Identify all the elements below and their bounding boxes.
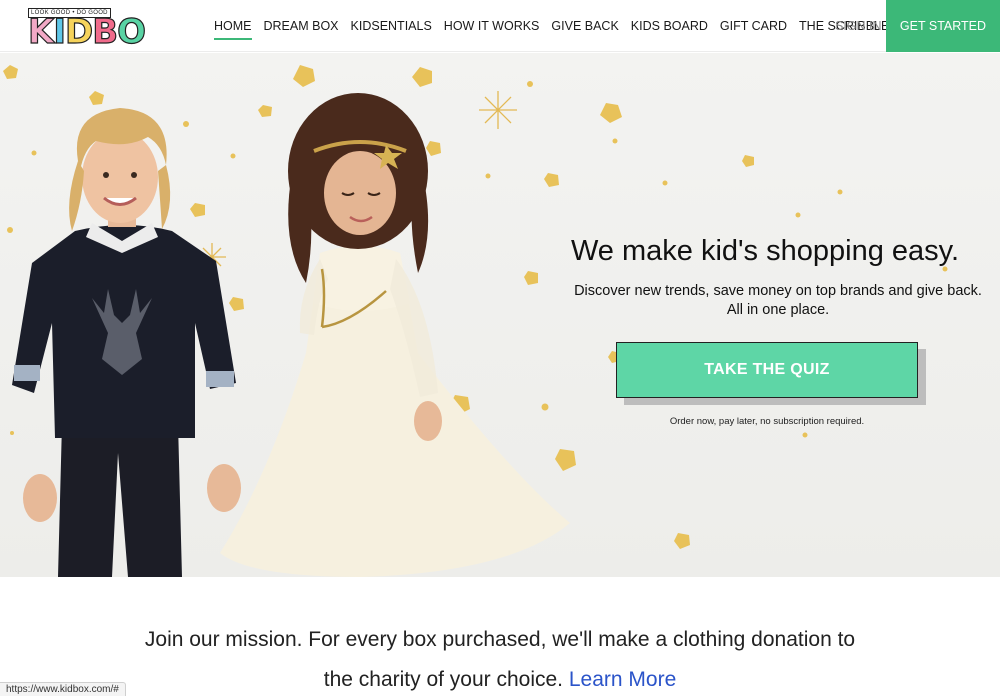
logo-letter-o: O (117, 12, 147, 52)
mission-section: Join our mission. For every box purchase… (0, 620, 1000, 696)
get-started-button[interactable]: GET STARTED (886, 0, 1000, 52)
mission-line2: the charity of your choice. Learn More (0, 660, 1000, 696)
nav-give-back[interactable]: GIVE BACK (551, 0, 618, 52)
nav-kidsentials[interactable]: KIDSENTIALS (351, 0, 432, 52)
mission-line2-text: the charity of your choice. (323, 668, 569, 691)
logo-letter-b: B (92, 12, 119, 52)
quiz-note: Order now, pay later, no subscription re… (669, 416, 865, 427)
nav-dream-box[interactable]: DREAM BOX (264, 0, 339, 52)
kidbox-logo[interactable]: LOOK GOOD • DO GOOD KIDBOX (27, 8, 170, 87)
hero-subtitle-line2: All in one place. (726, 302, 830, 318)
hero-subtitle-line1: Discover new trends, save money on top b… (574, 283, 982, 299)
learn-more-link[interactable]: Learn More (569, 668, 676, 691)
site-header: LOOK GOOD • DO GOOD KIDBOX HOME DREAM BO… (0, 0, 1000, 87)
logo-letter-d: D (64, 12, 93, 52)
nav-how-it-works[interactable]: HOW IT WORKS (444, 0, 540, 52)
hero-banner: We make kid's shopping easy. Discover ne… (0, 53, 1000, 577)
main-nav: HOME DREAM BOX KIDSENTIALS HOW IT WORKS … (214, 0, 901, 52)
sign-in-link[interactable]: SIGN IN (835, 0, 882, 52)
nav-kids-board[interactable]: KIDS BOARD (631, 0, 708, 52)
mission-line1: Join our mission. For every box purchase… (144, 628, 856, 651)
nav-home[interactable]: HOME (214, 0, 252, 52)
browser-status-url: https://www.kidbox.com/# (0, 682, 126, 696)
nav-gift-card[interactable]: GIFT CARD (720, 0, 787, 52)
hero-subtitle: Discover new trends, save money on top b… (540, 282, 1000, 320)
take-the-quiz-button[interactable]: TAKE THE QUIZ (616, 342, 918, 398)
logo-letter-i: I (53, 12, 67, 52)
logo-letter-k: K (27, 12, 55, 52)
hero-title: We make kid's shopping easy. (570, 235, 960, 267)
